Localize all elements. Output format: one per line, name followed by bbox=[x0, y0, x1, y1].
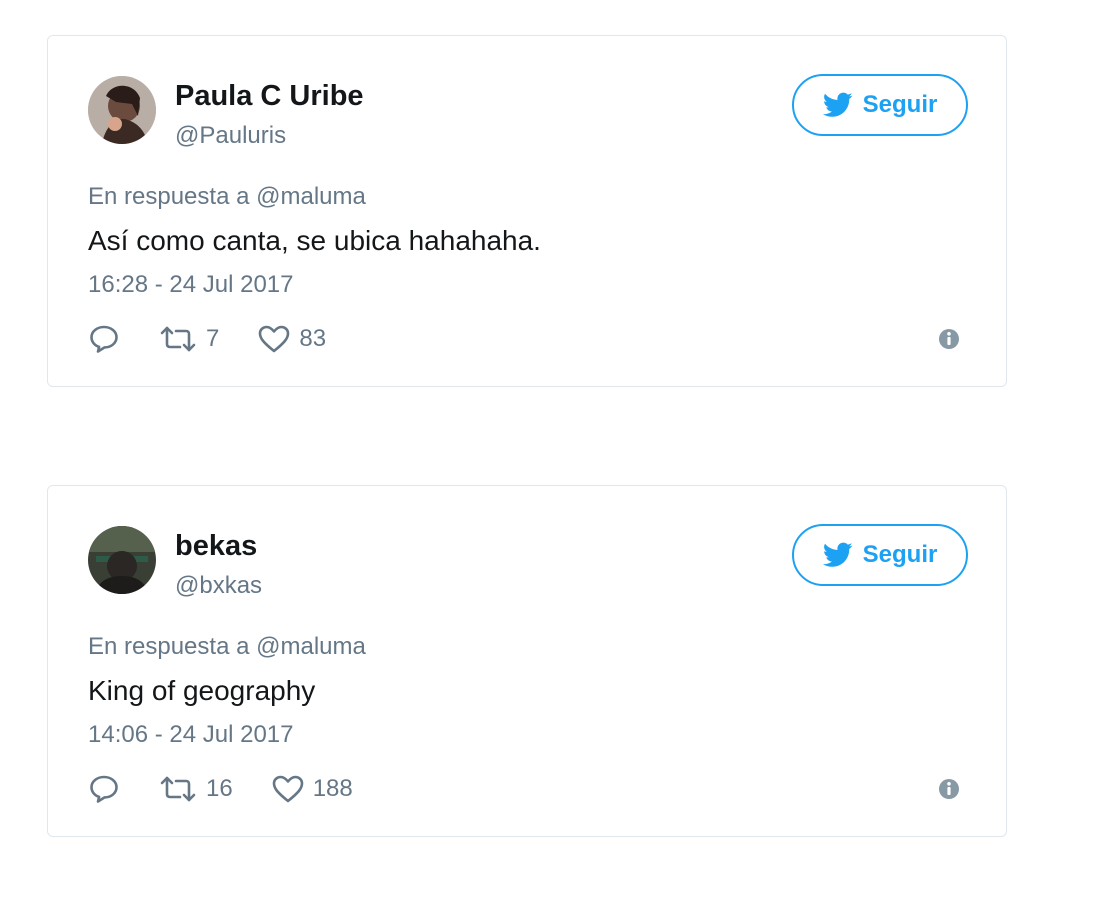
reply-icon bbox=[88, 774, 120, 804]
avatar[interactable] bbox=[88, 526, 156, 594]
retweet-button[interactable]: 7 bbox=[158, 324, 219, 354]
tweet-timestamp[interactable]: 16:28 - 24 Jul 2017 bbox=[88, 271, 294, 299]
reply-mention-link[interactable]: @maluma bbox=[256, 633, 366, 660]
info-icon[interactable] bbox=[938, 328, 960, 350]
follow-button[interactable]: Seguir bbox=[792, 74, 968, 136]
tweet-card: bekas @bxkas Seguir En respuesta a @malu… bbox=[47, 485, 1007, 837]
follow-button[interactable]: Seguir bbox=[792, 524, 968, 586]
heart-icon bbox=[257, 324, 291, 354]
retweet-icon bbox=[158, 774, 198, 804]
like-button[interactable]: 188 bbox=[271, 774, 353, 804]
retweet-icon bbox=[158, 324, 198, 354]
user-handle[interactable]: @bxkas bbox=[175, 572, 262, 600]
reply-prefix: En respuesta a bbox=[88, 183, 250, 210]
reply-prefix: En respuesta a bbox=[88, 633, 250, 660]
reply-button[interactable] bbox=[88, 324, 120, 354]
reply-icon bbox=[88, 324, 120, 354]
like-count: 83 bbox=[299, 325, 327, 352]
twitter-bird-icon bbox=[822, 542, 853, 568]
heart-icon bbox=[271, 774, 305, 804]
tweet-actions: 16 188 bbox=[88, 771, 391, 807]
tweet-text: King of geography bbox=[88, 675, 316, 706]
follow-label: Seguir bbox=[862, 541, 938, 568]
retweet-count: 16 bbox=[206, 775, 233, 802]
tweet-timestamp[interactable]: 14:06 - 24 Jul 2017 bbox=[88, 721, 294, 749]
tweet-actions: 7 83 bbox=[88, 321, 364, 357]
follow-label: Seguir bbox=[862, 91, 938, 118]
reply-mention-link[interactable]: @maluma bbox=[256, 183, 366, 210]
like-button[interactable]: 83 bbox=[257, 324, 326, 354]
like-count: 188 bbox=[312, 775, 353, 802]
user-handle[interactable]: @Pauluris bbox=[175, 122, 286, 150]
reply-context: En respuesta a @maluma bbox=[88, 633, 366, 661]
tweet-card: Paula C Uribe @Pauluris Seguir En respue… bbox=[47, 35, 1007, 387]
tweet-text: Así como canta, se ubica hahahaha. bbox=[88, 225, 541, 256]
retweet-count: 7 bbox=[206, 325, 220, 352]
reply-button[interactable] bbox=[88, 774, 120, 804]
display-name[interactable]: Paula C Uribe bbox=[175, 80, 364, 113]
info-icon[interactable] bbox=[938, 778, 960, 800]
retweet-button[interactable]: 16 bbox=[158, 774, 233, 804]
reply-context: En respuesta a @maluma bbox=[88, 183, 366, 211]
twitter-bird-icon bbox=[822, 92, 853, 118]
avatar[interactable] bbox=[88, 76, 156, 144]
display-name[interactable]: bekas bbox=[175, 530, 257, 563]
